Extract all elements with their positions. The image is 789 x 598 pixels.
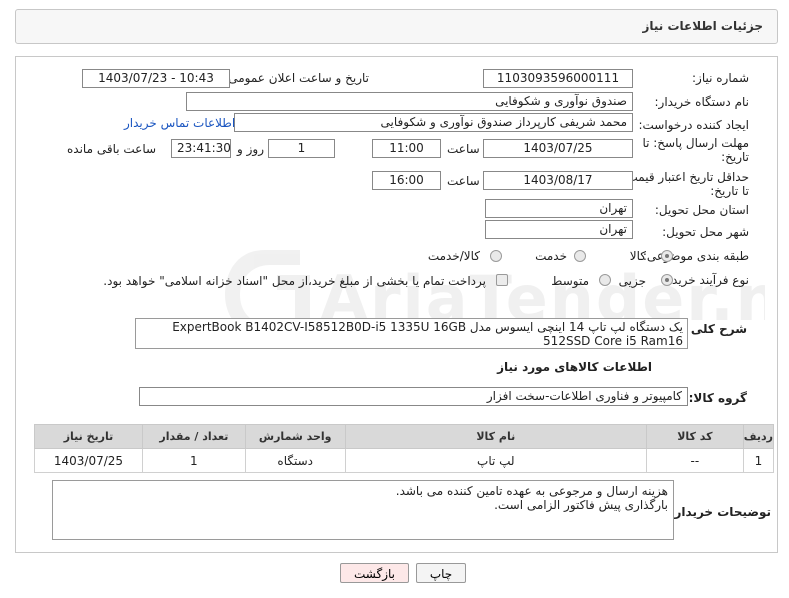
category-radio-goods-service[interactable] bbox=[490, 250, 502, 262]
process-label: نوع فرآیند خرید : bbox=[664, 273, 749, 287]
province-label: استان محل تحویل: bbox=[654, 203, 749, 217]
process-radio-medium[interactable] bbox=[599, 274, 611, 286]
creator-label: ایجاد کننده درخواست: bbox=[638, 118, 749, 132]
process-option-minor: جزیی bbox=[618, 274, 646, 288]
reply-date-field: 1403/07/25 bbox=[483, 139, 633, 158]
description-text: یک دستگاه لپ تاپ 14 اینچی ایسوس مدل Expe… bbox=[135, 318, 688, 349]
need-number-label: شماره نیاز: bbox=[692, 71, 749, 85]
remaining-time-field: 23:41:30 bbox=[171, 139, 231, 158]
price-validity-label: حداقل تاریخ اعتبار قیمت: تا تاریخ: bbox=[622, 170, 749, 198]
cell-item-code: -- bbox=[645, 448, 744, 473]
items-table: ردیف کد کالا نام کالا واحد شمارش تعداد /… bbox=[34, 424, 775, 473]
buyer-notes-line-2: بارگذاری پیش فاکتور الزامی است. bbox=[494, 498, 668, 512]
reply-deadline-label: مهلت ارسال پاسخ: تا تاریخ: bbox=[642, 136, 749, 164]
col-header-need-date: تاریخ نیاز bbox=[34, 424, 143, 449]
page-title: جزئیات اطلاعات نیاز bbox=[642, 19, 763, 33]
creator-field: محمد شریفی کارپرداز صندوق نوآوری و شکوفا… bbox=[234, 113, 633, 132]
process-option-medium: متوسط bbox=[551, 274, 589, 288]
price-date-field: 1403/08/17 bbox=[483, 171, 633, 190]
col-header-row-number: ردیف bbox=[742, 424, 775, 449]
buyer-contact-link[interactable]: اطلاعات تماس خریدار bbox=[124, 116, 235, 130]
cell-unit: دستگاه bbox=[244, 448, 346, 473]
announce-datetime-field: 1403/07/23 - 10:43 bbox=[82, 69, 230, 88]
process-radio-minor[interactable] bbox=[661, 274, 673, 286]
category-radio-goods[interactable] bbox=[661, 250, 673, 262]
category-option-goods: کالا bbox=[629, 249, 646, 263]
treasury-payment-checkbox[interactable] bbox=[496, 274, 508, 286]
reply-time-label: ساعت bbox=[447, 142, 480, 156]
reply-time-field: 11:00 bbox=[372, 139, 441, 158]
category-radio-service[interactable] bbox=[574, 250, 586, 262]
province-field: تهران bbox=[485, 199, 633, 218]
col-header-quantity: تعداد / مقدار bbox=[141, 424, 246, 449]
buyer-org-field: صندوق نوآوری و شکوفایی bbox=[186, 92, 633, 111]
cell-item-name: لپ تاپ bbox=[344, 448, 647, 473]
col-header-item-code: کد کالا bbox=[645, 424, 744, 449]
buyer-org-label: نام دستگاه خریدار: bbox=[654, 95, 750, 109]
remaining-days-field: 1 bbox=[268, 139, 335, 158]
print-button[interactable]: چاپ bbox=[416, 563, 466, 583]
buyer-notes-line-1: هزینه ارسال و مرجوعی به عهده تامین کننده… bbox=[395, 484, 668, 498]
buyer-notes-text: هزینه ارسال و مرجوعی به عهده تامین کننده… bbox=[52, 480, 674, 540]
table-row: 1 -- لپ تاپ دستگاه 1 1403/07/25 bbox=[34, 448, 775, 473]
days-label: روز و bbox=[237, 142, 264, 156]
back-button[interactable]: بازگشت bbox=[340, 563, 409, 583]
city-label: شهر محل تحویل: bbox=[662, 225, 749, 239]
price-time-field: 16:00 bbox=[372, 171, 441, 190]
remaining-label: ساعت باقی مانده bbox=[67, 142, 157, 156]
price-time-label: ساعت bbox=[447, 174, 480, 188]
goods-group-field: کامپیوتر و فناوری اطلاعات-سخت افزار bbox=[139, 387, 688, 406]
cell-quantity: 1 bbox=[141, 448, 246, 473]
goods-group-label: گروه کالا: bbox=[688, 391, 747, 405]
cell-need-date: 1403/07/25 bbox=[34, 448, 143, 473]
col-header-unit: واحد شمارش bbox=[244, 424, 346, 449]
city-field: تهران bbox=[485, 220, 633, 239]
treasury-payment-note: پرداخت تمام یا بخشی از مبلغ خرید،از محل … bbox=[103, 274, 486, 288]
goods-info-title: اطلاعات کالاهای مورد نیاز bbox=[497, 360, 652, 374]
table-header-row: ردیف کد کالا نام کالا واحد شمارش تعداد /… bbox=[34, 424, 775, 449]
page-header: جزئیات اطلاعات نیاز bbox=[15, 9, 778, 44]
col-header-item-name: نام کالا bbox=[344, 424, 647, 449]
need-number-field: 1103093596000111 bbox=[483, 69, 633, 88]
announce-datetime-label: تاریخ و ساعت اعلان عمومی: bbox=[224, 71, 369, 85]
buyer-notes-label: توضیحات خریدار: bbox=[669, 505, 771, 519]
cell-row-number: 1 bbox=[742, 448, 775, 473]
category-option-service: خدمت bbox=[535, 249, 567, 263]
category-label: طبقه بندی موضوعی: bbox=[642, 249, 749, 263]
category-option-goods-service: کالا/خدمت bbox=[427, 249, 480, 263]
